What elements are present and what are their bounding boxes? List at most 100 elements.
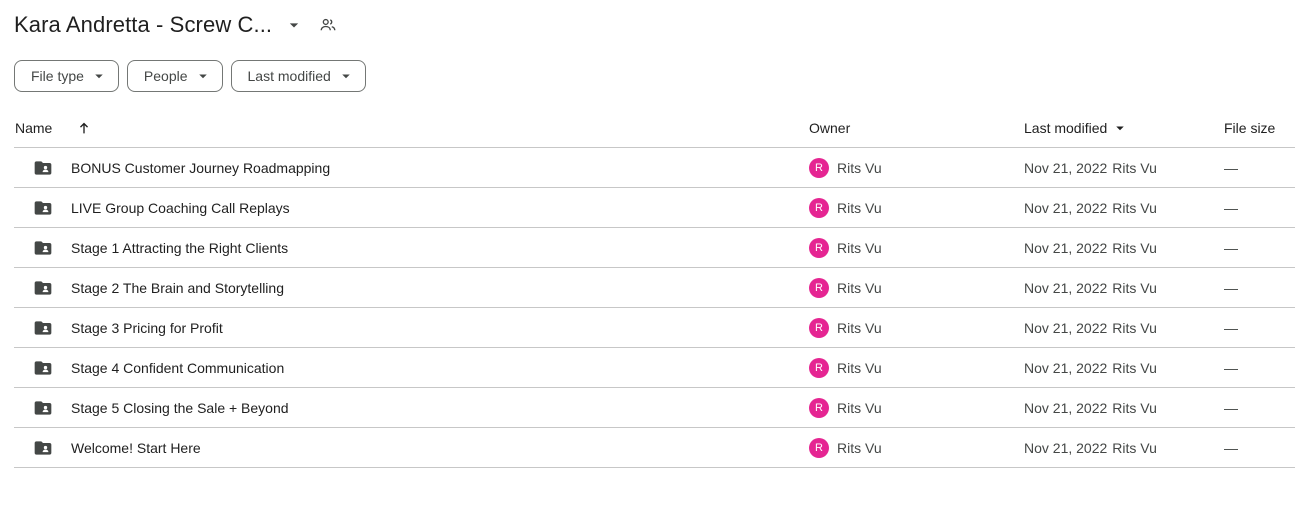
owner-cell: R Rits Vu — [809, 228, 882, 268]
folder-header: Kara Andretta - Screw C... — [14, 8, 342, 42]
table-row[interactable]: Stage 2 The Brain and Storytelling R Rit… — [14, 268, 1295, 308]
last-modified-cell: Nov 21, 2022 Rits Vu — [1024, 388, 1157, 428]
shared-folder-icon — [32, 308, 54, 348]
shared-folder-icon — [32, 428, 54, 468]
file-size-column-header[interactable]: File size — [1224, 108, 1275, 148]
owner-name: Rits Vu — [837, 400, 882, 416]
file-name[interactable]: BONUS Customer Journey Roadmapping — [71, 148, 330, 188]
shared-folder-icon — [32, 348, 54, 388]
filter-chips: File type People Last modified — [14, 60, 366, 92]
owner-cell: R Rits Vu — [809, 188, 882, 228]
modified-by: Rits Vu — [1112, 400, 1157, 416]
last-modified-cell: Nov 21, 2022 Rits Vu — [1024, 348, 1157, 388]
owner-name: Rits Vu — [837, 360, 882, 376]
arrow-drop-down-icon — [194, 67, 212, 85]
shared-folder-icon — [32, 228, 54, 268]
file-name[interactable]: LIVE Group Coaching Call Replays — [71, 188, 290, 228]
arrow-drop-down-icon — [90, 67, 108, 85]
table-row[interactable]: Stage 3 Pricing for Profit R Rits Vu Nov… — [14, 308, 1295, 348]
arrow-drop-down-icon — [1111, 119, 1129, 137]
file-name[interactable]: Stage 3 Pricing for Profit — [71, 308, 223, 348]
modified-by: Rits Vu — [1112, 200, 1157, 216]
avatar: R — [809, 318, 829, 338]
owner-cell: R Rits Vu — [809, 388, 882, 428]
table-row[interactable]: Stage 5 Closing the Sale + Beyond R Rits… — [14, 388, 1295, 428]
modified-by: Rits Vu — [1112, 360, 1157, 376]
shared-folder-icon — [32, 148, 54, 188]
avatar: R — [809, 198, 829, 218]
modified-by: Rits Vu — [1112, 240, 1157, 256]
modified-date: Nov 21, 2022 — [1024, 400, 1108, 416]
file-size: — — [1224, 440, 1238, 456]
modified-by: Rits Vu — [1112, 320, 1157, 336]
file-type-filter[interactable]: File type — [14, 60, 119, 92]
shared-folder-icon — [32, 188, 54, 228]
people-icon[interactable] — [314, 11, 342, 39]
file-name[interactable]: Welcome! Start Here — [71, 428, 201, 468]
arrow-drop-down-icon — [337, 67, 355, 85]
modified-date: Nov 21, 2022 — [1024, 240, 1108, 256]
last-modified-cell: Nov 21, 2022 Rits Vu — [1024, 308, 1157, 348]
owner-name: Rits Vu — [837, 200, 882, 216]
shared-folder-icon — [32, 268, 54, 308]
file-name[interactable]: Stage 1 Attracting the Right Clients — [71, 228, 288, 268]
modified-date: Nov 21, 2022 — [1024, 160, 1108, 176]
filter-label: Last modified — [247, 68, 331, 84]
file-name[interactable]: Stage 5 Closing the Sale + Beyond — [71, 388, 289, 428]
file-rows: BONUS Customer Journey Roadmapping R Rit… — [14, 148, 1295, 468]
owner-name: Rits Vu — [837, 160, 882, 176]
modified-date: Nov 21, 2022 — [1024, 280, 1108, 296]
people-filter[interactable]: People — [126, 60, 223, 92]
file-size: — — [1224, 240, 1238, 256]
file-size: — — [1224, 360, 1238, 376]
owner-cell: R Rits Vu — [809, 268, 882, 308]
owner-cell: R Rits Vu — [809, 148, 882, 188]
file-name[interactable]: Stage 2 The Brain and Storytelling — [71, 268, 284, 308]
owner-name: Rits Vu — [837, 240, 882, 256]
modified-by: Rits Vu — [1112, 280, 1157, 296]
file-size: — — [1224, 160, 1238, 176]
arrow-upward-icon[interactable] — [74, 108, 94, 148]
avatar: R — [809, 158, 829, 178]
filter-label: File type — [31, 68, 84, 84]
modified-date: Nov 21, 2022 — [1024, 320, 1108, 336]
modified-by: Rits Vu — [1112, 440, 1157, 456]
modified-date: Nov 21, 2022 — [1024, 200, 1108, 216]
arrow-drop-down-icon[interactable] — [280, 11, 308, 39]
last-modified-cell: Nov 21, 2022 Rits Vu — [1024, 148, 1157, 188]
last-modified-cell: Nov 21, 2022 Rits Vu — [1024, 228, 1157, 268]
table-row[interactable]: LIVE Group Coaching Call Replays R Rits … — [14, 188, 1295, 228]
table-row[interactable]: Stage 1 Attracting the Right Clients R R… — [14, 228, 1295, 268]
modified-by: Rits Vu — [1112, 160, 1157, 176]
last-modified-filter[interactable]: Last modified — [230, 60, 366, 92]
table-row[interactable]: Stage 4 Confident Communication R Rits V… — [14, 348, 1295, 388]
owner-column-header[interactable]: Owner — [809, 108, 850, 148]
owner-name: Rits Vu — [837, 320, 882, 336]
owner-name: Rits Vu — [837, 280, 882, 296]
last-modified-cell: Nov 21, 2022 Rits Vu — [1024, 428, 1157, 468]
shared-folder-icon — [32, 388, 54, 428]
file-size: — — [1224, 400, 1238, 416]
table-header: Name Owner Last modified File size — [14, 108, 1295, 148]
avatar: R — [809, 238, 829, 258]
file-list: Name Owner Last modified File size BONUS… — [14, 108, 1295, 468]
file-name[interactable]: Stage 4 Confident Communication — [71, 348, 284, 388]
avatar: R — [809, 438, 829, 458]
last-modified-label: Last modified — [1024, 120, 1108, 136]
modified-date: Nov 21, 2022 — [1024, 360, 1108, 376]
owner-cell: R Rits Vu — [809, 428, 882, 468]
last-modified-cell: Nov 21, 2022 Rits Vu — [1024, 188, 1157, 228]
filter-label: People — [143, 68, 188, 84]
table-row[interactable]: Welcome! Start Here R Rits Vu Nov 21, 20… — [14, 428, 1295, 468]
file-size: — — [1224, 200, 1238, 216]
table-row[interactable]: BONUS Customer Journey Roadmapping R Rit… — [14, 148, 1295, 188]
modified-date: Nov 21, 2022 — [1024, 440, 1108, 456]
name-column-header[interactable]: Name — [15, 108, 52, 148]
owner-cell: R Rits Vu — [809, 308, 882, 348]
last-modified-column-header[interactable]: Last modified — [1024, 108, 1129, 148]
last-modified-cell: Nov 21, 2022 Rits Vu — [1024, 268, 1157, 308]
file-size: — — [1224, 280, 1238, 296]
folder-title[interactable]: Kara Andretta - Screw C... — [14, 12, 272, 38]
file-size: — — [1224, 320, 1238, 336]
owner-name: Rits Vu — [837, 440, 882, 456]
